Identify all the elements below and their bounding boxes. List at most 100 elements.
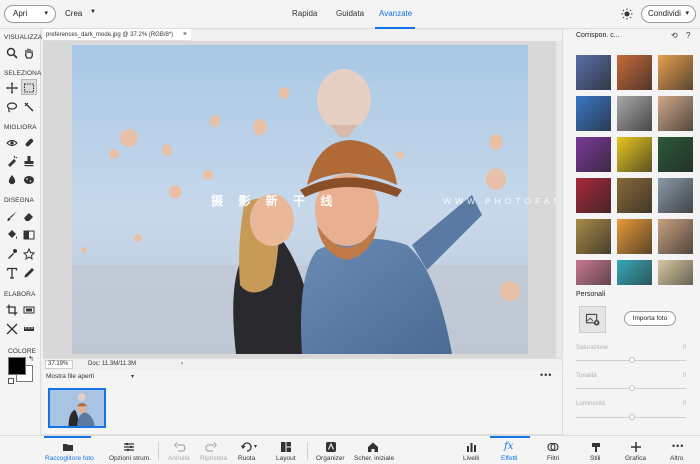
sponge-icon[interactable] [23,174,35,186]
share-button[interactable]: Condividi ▾ [641,5,696,23]
graphics-icon[interactable] [630,441,642,453]
content-aware-move-icon[interactable] [6,323,18,335]
home-screen-button[interactable]: Scher. iniziale [354,455,394,462]
clone-stamp-icon[interactable] [23,155,35,167]
open-file-thumbnail[interactable] [48,388,106,428]
lasso-icon[interactable] [6,101,18,113]
chevron-down-icon[interactable]: ▼ [90,9,96,15]
effect-thumb[interactable] [617,96,652,131]
eraser-icon[interactable] [23,210,35,222]
crop-icon[interactable] [6,304,18,316]
help-icon[interactable]: ? [686,31,690,40]
layout-icon[interactable] [280,441,292,453]
hand-icon[interactable] [23,47,35,59]
spot-healing-icon[interactable] [23,137,35,149]
styles-icon[interactable] [590,441,602,453]
smart-brush-icon[interactable] [6,155,18,167]
effect-thumb[interactable] [658,96,693,131]
show-open-files-label[interactable]: Mostra file aperti [46,373,94,380]
effect-thumb[interactable] [617,137,652,172]
filters-icon[interactable] [547,441,559,453]
sun-icon[interactable] [621,8,633,20]
effect-thumb[interactable] [576,96,611,131]
tab-quick[interactable]: Rapida [292,9,317,18]
marquee-icon[interactable] [23,82,35,94]
layout-button[interactable]: Layout [276,455,296,462]
hue-slider-knob[interactable] [629,385,635,391]
effect-thumb[interactable] [576,178,611,213]
blur-icon[interactable] [6,174,18,186]
effect-thumb[interactable] [576,219,611,254]
more-icon[interactable]: ••• [672,441,684,453]
pencil-icon[interactable] [23,267,35,279]
effect-thumb[interactable] [658,219,693,254]
styles-button[interactable]: Stili [590,455,600,462]
import-photo-button[interactable]: Importa foto [624,311,676,326]
paint-bucket-icon[interactable] [6,229,18,241]
undo-button[interactable]: Annulla [168,455,190,462]
effect-thumb[interactable] [658,178,693,213]
effect-thumb[interactable] [658,137,693,172]
more-options-icon[interactable]: ••• [540,368,552,382]
undo-icon[interactable] [174,441,186,453]
redo-button[interactable]: Ripristina [200,455,227,462]
swap-colors-icon[interactable]: ↰ [28,355,34,363]
tool-options-button[interactable]: Opzioni strum. [109,455,151,462]
move-icon[interactable] [6,82,18,94]
panel-title[interactable]: Corrispon. c... [576,32,620,39]
effect-thumb[interactable] [576,260,611,285]
text-icon[interactable] [6,267,18,279]
close-icon[interactable]: × [183,29,187,41]
open-button[interactable]: Apri ▾ [4,5,56,23]
document-tab-title: preferences_dark_mode.jpg @ 37.2% (RGB/8… [46,32,174,38]
create-menu[interactable]: Crea [65,9,82,18]
straighten-icon[interactable] [23,323,35,335]
chevron-down-icon[interactable]: ▾ [131,370,134,384]
photo-bin-button[interactable]: Raccoglitore foto [45,455,94,462]
effect-thumb[interactable] [658,55,693,90]
zoom-icon[interactable] [6,47,18,59]
document-tab[interactable]: preferences_dark_mode.jpg @ 37.2% (RGB/8… [43,29,191,41]
chevron-down-icon[interactable]: ▾ [254,443,257,450]
graphics-button[interactable]: Grafica [625,455,646,462]
default-colors-icon[interactable] [8,378,14,384]
reset-icon[interactable]: ⟲ [671,31,678,40]
filters-button[interactable]: Filtri [547,455,559,462]
organizer-icon[interactable] [325,441,337,453]
effect-thumb[interactable] [658,260,693,285]
more-button[interactable]: Altro [670,455,683,462]
brush-icon[interactable] [6,210,18,222]
photo-bin-icon[interactable] [62,441,74,453]
effect-thumb[interactable] [576,55,611,90]
foreground-color-swatch[interactable] [8,357,26,375]
effect-thumb[interactable] [617,178,652,213]
fx-icon[interactable]: fx [504,441,516,453]
redo-icon[interactable] [205,441,217,453]
canvas-area[interactable]: 摄 影 新 干 线 WWW.PHOTOFANS.VIP [43,41,601,358]
tool-options-icon[interactable] [123,441,135,453]
recompose-icon[interactable] [23,304,35,316]
zoom-field[interactable]: 37.19% [45,360,73,369]
rotate-icon[interactable] [241,441,253,453]
effects-button[interactable]: Effetti [501,455,518,462]
home-icon[interactable] [367,441,379,453]
rotate-button[interactable]: Ruota [238,455,255,462]
layers-icon[interactable] [466,441,478,453]
magic-wand-icon[interactable] [23,101,35,113]
saturation-slider-knob[interactable] [629,357,635,363]
effect-thumb[interactable] [617,219,652,254]
gradient-icon[interactable] [23,229,35,241]
layers-button[interactable]: Livelli [463,455,479,462]
eye-icon[interactable] [6,137,18,149]
chevron-right-icon[interactable]: › [181,359,183,370]
effect-thumb[interactable] [576,137,611,172]
add-photo-icon[interactable] [579,306,606,333]
effect-thumb[interactable] [617,260,652,285]
luminosity-slider-knob[interactable] [629,414,635,420]
organizer-button[interactable]: Organizer [316,455,345,462]
effect-thumb[interactable] [617,55,652,90]
tab-expert[interactable]: Avanzate [379,9,412,18]
custom-shape-icon[interactable] [23,248,35,260]
eyedropper-icon[interactable] [6,248,18,260]
tab-guided[interactable]: Guidata [336,9,364,18]
